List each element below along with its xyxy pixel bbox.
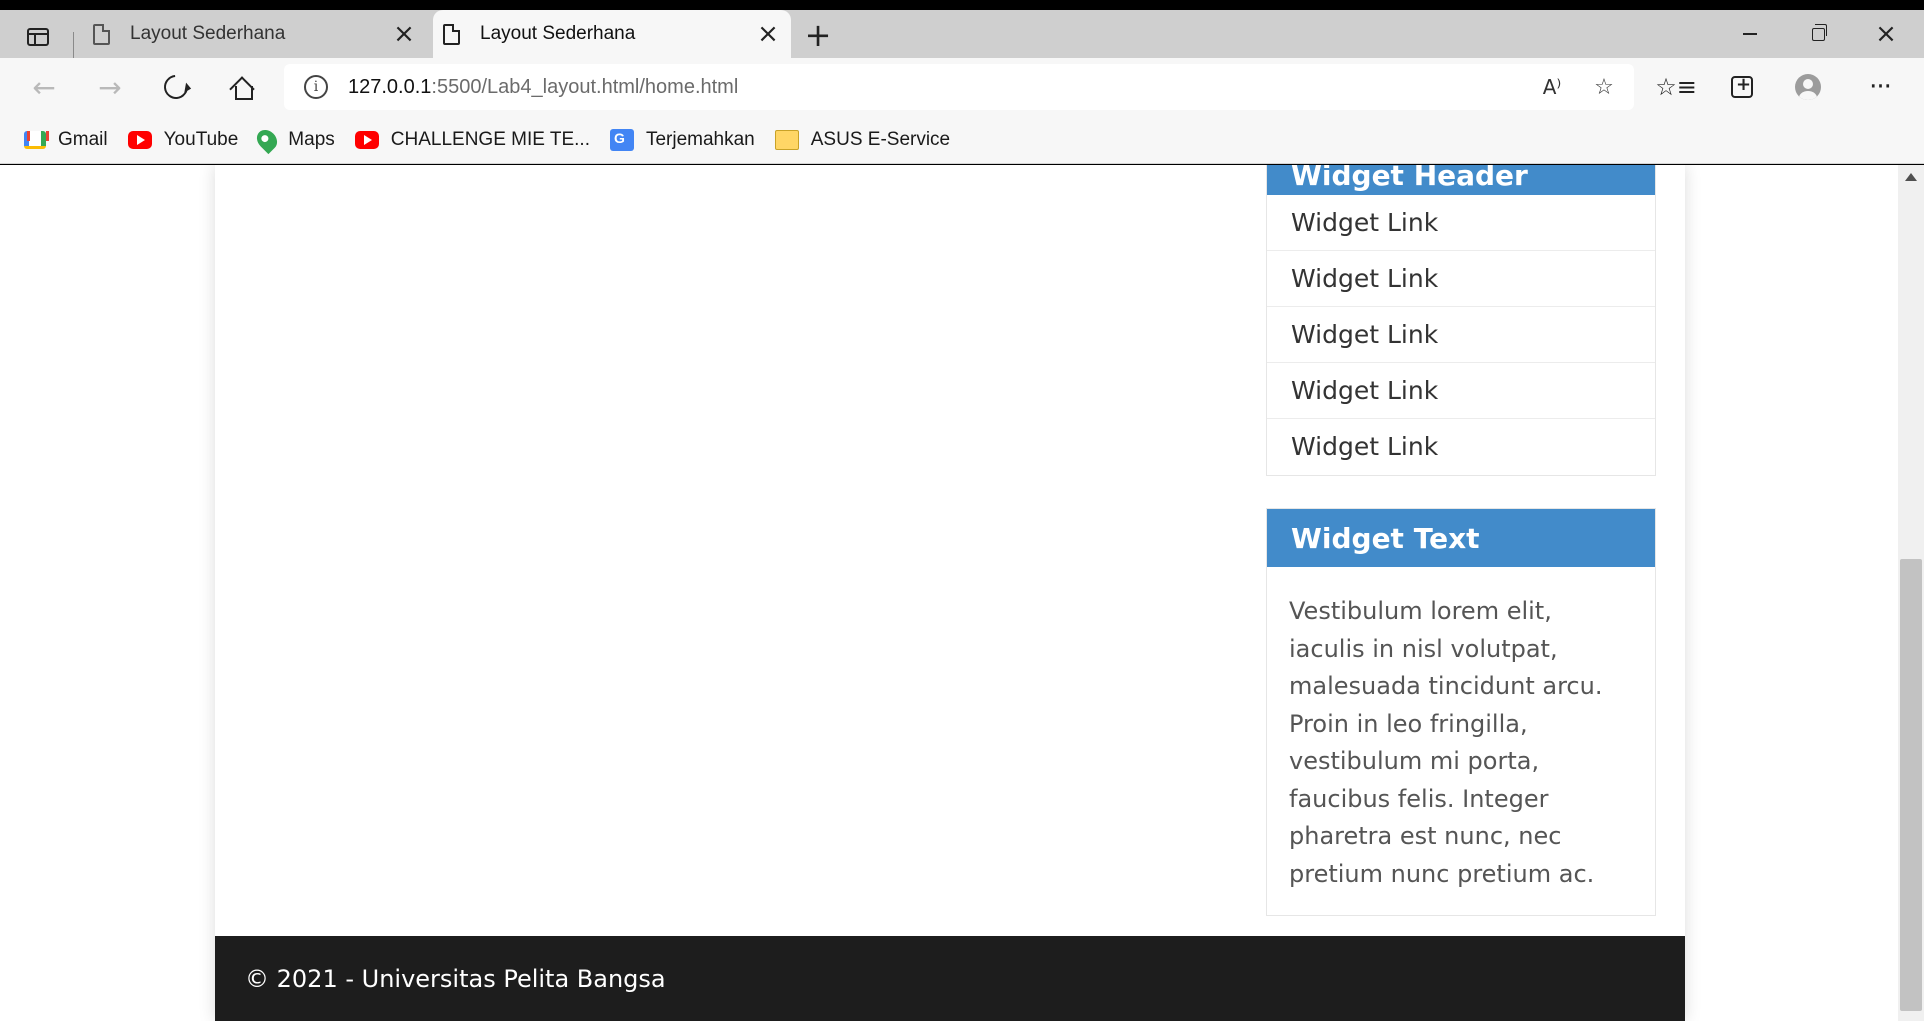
widget-link[interactable]: Widget Link [1267, 363, 1655, 419]
restore-icon [1811, 23, 1827, 41]
bookmark-label: Maps [288, 128, 335, 150]
widget-text: Widget Text Vestibulum lorem elit, iacul… [1266, 508, 1656, 916]
browser-toolbar: ← → i 127.0.0.1:5500/Lab4_layout.html/ho… [0, 58, 1924, 116]
scrollbar-thumb[interactable] [1900, 559, 1922, 1011]
widget-text-body: Vestibulum lorem elit, iaculis in nisl v… [1289, 597, 1603, 888]
tab-title: Layout Sederhana [130, 23, 286, 44]
close-icon[interactable]: × [389, 19, 419, 49]
refresh-button[interactable] [154, 66, 198, 108]
refresh-icon [159, 70, 193, 104]
info-icon[interactable]: i [304, 75, 328, 99]
page-icon [443, 23, 460, 45]
address-bar[interactable]: i 127.0.0.1:5500/Lab4_layout.html/home.h… [284, 64, 1634, 110]
bookmark-asus-e-service[interactable]: ASUS E-Service [765, 123, 960, 157]
bookmark-label: CHALLENGE MIE TE... [390, 128, 590, 150]
main-content [215, 165, 1265, 905]
bookmark-maps[interactable]: Maps [248, 123, 344, 157]
more-icon: ··· [1869, 72, 1892, 102]
widget-link[interactable]: Widget Link [1267, 307, 1655, 363]
tab-title: Layout Sederhana [480, 23, 636, 44]
restore-button[interactable] [1784, 10, 1852, 58]
bookmark-label: Gmail [58, 128, 108, 150]
bookmark-gmail[interactable]: Gmail [14, 123, 118, 157]
favorites-button[interactable]: ☆≡ [1654, 66, 1698, 108]
forward-button[interactable]: → [88, 66, 132, 108]
new-tab-button[interactable]: + [800, 16, 836, 54]
url-text[interactable]: 127.0.0.1:5500/Lab4_layout.html/home.htm… [348, 76, 738, 99]
tab-layout-sederhana-1[interactable]: Layout Sederhana × [83, 10, 427, 58]
window-close-button[interactable]: × [1852, 10, 1920, 58]
youtube-icon [354, 130, 379, 149]
close-icon[interactable]: × [753, 19, 783, 49]
widget-nav: Widget Header Widget Link Widget Link Wi… [1266, 165, 1656, 476]
profile-button[interactable] [1786, 66, 1830, 108]
arrow-right-icon: → [98, 70, 122, 104]
url-path: :5500/Lab4_layout.html/home.html [431, 75, 739, 98]
collections-button[interactable] [1720, 66, 1764, 108]
home-button[interactable] [220, 66, 264, 108]
home-icon [231, 76, 253, 100]
widget-link[interactable]: Widget Link [1267, 195, 1655, 251]
read-aloud-icon[interactable]: A⁾ [1536, 72, 1568, 102]
page-icon [93, 23, 110, 45]
youtube-icon [127, 130, 152, 149]
widget-header: Widget Header [1267, 165, 1655, 195]
widget-link[interactable]: Widget Link [1267, 419, 1655, 475]
minimize-button[interactable] [1716, 10, 1784, 58]
tab-actions-icon [27, 28, 49, 46]
widget-text-header: Widget Text [1267, 509, 1655, 567]
tab-separator [73, 32, 74, 58]
profile-icon [1795, 74, 1821, 100]
maps-icon [253, 125, 282, 154]
scroll-up-icon[interactable] [1905, 173, 1917, 181]
translate-icon [609, 128, 634, 151]
minimize-icon [1743, 33, 1757, 35]
folder-icon [774, 129, 799, 150]
gmail-icon [24, 130, 46, 149]
bookmark-label: YouTube [163, 128, 239, 150]
widget-link[interactable]: Widget Link [1267, 251, 1655, 307]
bookmark-label: ASUS E-Service [810, 128, 951, 150]
page-viewport: Widget Header Widget Link Widget Link Wi… [0, 165, 1898, 1021]
page-footer: © 2021 - Universitas Pelita Bangsa [215, 936, 1685, 1021]
more-button[interactable]: ··· [1858, 66, 1902, 108]
bookmark-challenge[interactable]: CHALLENGE MIE TE... [345, 123, 600, 157]
collections-icon [1731, 74, 1753, 98]
footer-text: © 2021 - Universitas Pelita Bangsa [245, 964, 666, 993]
bookmark-terjemahkan[interactable]: Terjemahkan [600, 123, 765, 157]
arrow-left-icon: ← [32, 70, 56, 104]
vertical-scrollbar[interactable] [1898, 165, 1924, 1021]
back-button[interactable]: ← [22, 66, 66, 108]
page-container: Widget Header Widget Link Widget Link Wi… [215, 165, 1685, 1021]
favorites-icon: ☆≡ [1655, 73, 1697, 101]
bookmarks-bar: Gmail YouTube Maps CHALLENGE MIE TE... T… [0, 116, 1924, 164]
close-icon: × [1875, 19, 1897, 49]
sidebar: Widget Header Widget Link Widget Link Wi… [1266, 165, 1656, 948]
tab-actions-button[interactable] [18, 20, 58, 54]
tab-layout-sederhana-2[interactable]: Layout Sederhana × [433, 10, 791, 58]
bookmark-label: Terjemahkan [645, 128, 755, 150]
add-favorite-icon[interactable]: ☆ [1588, 72, 1620, 102]
tab-strip: Layout Sederhana × Layout Sederhana × + … [0, 10, 1924, 58]
bookmark-youtube[interactable]: YouTube [118, 123, 249, 157]
url-host: 127.0.0.1 [348, 75, 432, 98]
